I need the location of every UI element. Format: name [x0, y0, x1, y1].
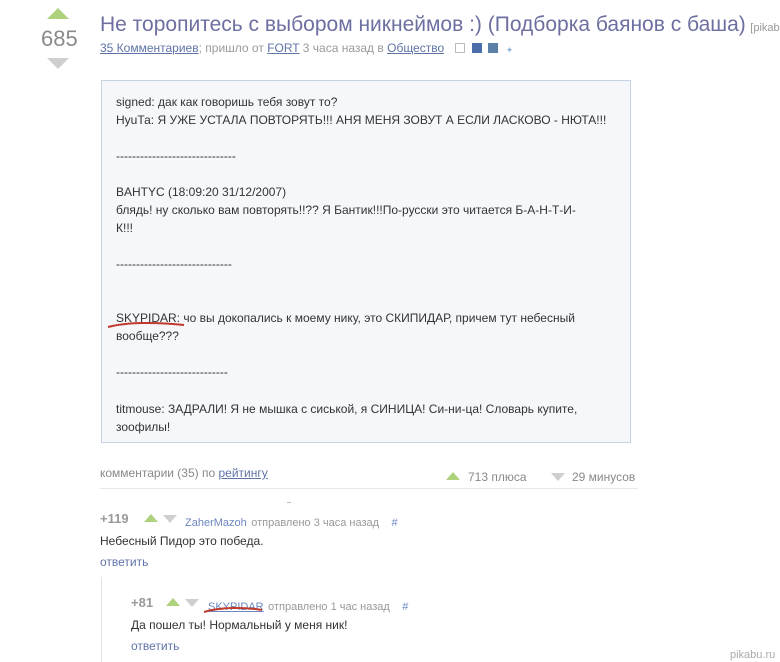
reply-link[interactable]: ответить	[131, 639, 179, 653]
content-separator: ----------------------------	[116, 365, 228, 379]
comment-upvote-icon[interactable]	[144, 514, 158, 522]
minuses-count: 29 минусов	[572, 470, 636, 484]
upvote-arrow[interactable]	[47, 8, 69, 19]
comment-score: +119	[100, 511, 129, 526]
red-underline-mark	[203, 606, 263, 613]
author-link[interactable]: FORT	[267, 41, 299, 55]
comments-count-label: комментарии (35) по	[100, 466, 216, 480]
comment-text: Небесный Пидор это победа.	[100, 534, 264, 548]
comment-text: Да пошел ты! Нормальный у меня ник!	[131, 618, 348, 632]
watermark: pikabu.ru	[730, 649, 776, 661]
sort-by-rating-link[interactable]: рейтингу	[219, 466, 268, 480]
twitter-icon[interactable]: ✦	[505, 45, 515, 55]
content-line: зоофилы!	[116, 420, 171, 434]
meta-mid: ; пришло от	[198, 41, 264, 55]
content-line: НуuТа: Я УЖЕ УСТАЛА ПОВТОРЯТЬ!!! АНЯ МЕН…	[116, 113, 607, 127]
minus-arrow-icon	[551, 473, 565, 481]
divider	[100, 488, 638, 489]
post-title-row: Не торопитесь с выбором никнеймов :) (По…	[100, 13, 780, 37]
comment-downvote-icon[interactable]	[185, 599, 199, 607]
post-source: [pikabu.ru]	[750, 22, 780, 34]
comment-meta: ZaherMazoh отправлено 3 часа назад #	[185, 513, 398, 531]
meta-time: 3 часа назад в	[302, 41, 384, 55]
pluses-count: 713 плюса	[468, 470, 527, 484]
comment-score: +81	[131, 595, 154, 610]
reply-link[interactable]: ответить	[100, 555, 148, 569]
post-rating: 685	[41, 26, 78, 51]
comment-time: отправлено 1 час назад	[268, 601, 390, 613]
comment-permalink[interactable]: #	[392, 517, 398, 529]
comments-bar-label: комментарии (35) по рейтингу	[100, 466, 268, 480]
downvote-arrow[interactable]	[47, 58, 69, 69]
comments-link[interactable]: 35 Комментариев	[100, 41, 199, 55]
plus-arrow-icon	[446, 472, 460, 480]
content-line: titmouse: ЗАДРАЛИ! Я не мышка с сиськой,…	[116, 402, 578, 416]
divider-tick	[287, 502, 291, 503]
content-separator: ------------------------------	[116, 149, 236, 163]
content-line: блядь! ну сколько вам повторять!!?? Я Ба…	[116, 203, 576, 217]
comment-author[interactable]: ZaherMazoh	[185, 517, 247, 529]
post-title[interactable]: Не торопитесь с выбором никнеймов :) (По…	[100, 13, 746, 36]
post-meta: 35 Комментариев; пришло от FORT 3 часа н…	[100, 41, 515, 55]
save-icon[interactable]	[455, 43, 466, 53]
content-separator: -----------------------------	[116, 257, 232, 271]
facebook-icon[interactable]	[471, 43, 482, 53]
red-underline-mark	[107, 321, 185, 328]
comment-downvote-icon[interactable]	[163, 515, 177, 523]
comment-permalink[interactable]: #	[402, 601, 408, 613]
content-line: BAHTYC (18:09:20 31/12/2007)	[116, 185, 287, 199]
comment-upvote-icon[interactable]	[166, 598, 180, 606]
content-line: signed: дак как говоришь тебя зовут то?	[116, 95, 338, 109]
thread-line	[101, 577, 102, 662]
category-link[interactable]: Общество	[387, 41, 444, 55]
vk-icon[interactable]	[488, 43, 499, 53]
comment-time: отправлено 3 часа назад	[251, 517, 380, 529]
content-line: К!!!	[116, 221, 133, 235]
